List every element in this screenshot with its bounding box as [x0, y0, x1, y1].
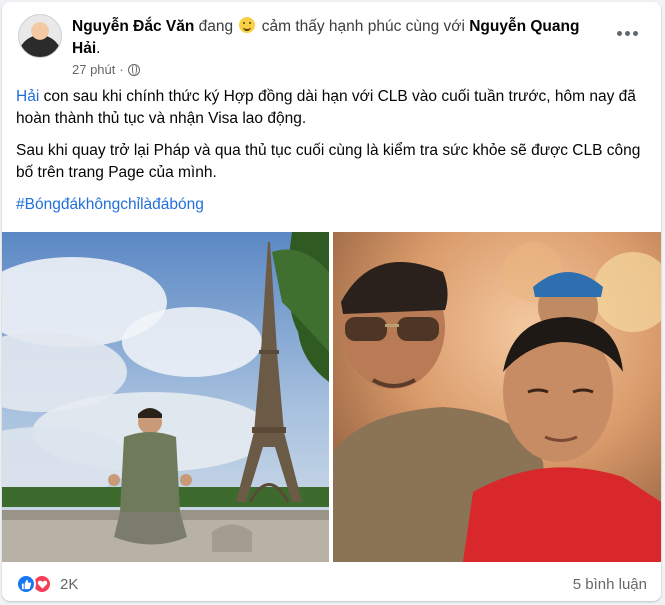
post-author-line: Nguyễn Đắc Văn đang cảm thấy hạnh phúc c…	[72, 16, 592, 60]
men-photo-art	[333, 232, 661, 562]
like-icon	[16, 574, 36, 594]
feeling-text: cảm thấy hạnh phúc cùng với	[261, 18, 465, 35]
mention-link[interactable]: Hải	[16, 88, 39, 105]
photo-grid	[2, 232, 661, 562]
globe-icon[interactable]	[127, 63, 140, 76]
post-header: Nguyễn Đắc Văn đang cảm thấy hạnh phúc c…	[16, 14, 647, 77]
paragraph-1-text: con sau khi chính thức ký Hợp đồng dài h…	[16, 88, 636, 127]
post-body: Hải con sau khi chính thức ký Hợp đồng d…	[16, 86, 646, 226]
author-name[interactable]: Nguyễn Đắc Văn	[72, 18, 194, 35]
author-avatar[interactable]	[18, 14, 62, 58]
photo-two-men[interactable]	[333, 232, 661, 562]
verb-prefix: đang	[198, 18, 234, 35]
post-paragraph-1: Hải con sau khi chính thức ký Hợp đồng d…	[16, 86, 646, 130]
eiffel-photo-art	[2, 232, 329, 562]
reaction-count: 2K	[60, 575, 79, 593]
post-paragraph-2: Sau khi quay trở lại Pháp và qua thủ tục…	[16, 142, 641, 181]
meta-separator: ·	[119, 62, 124, 77]
photo-eiffel-tower[interactable]	[2, 232, 329, 562]
post-meta: 27 phút ·	[72, 62, 140, 77]
comment-count-link[interactable]: 5 bình luận	[573, 576, 647, 593]
more-options-icon[interactable]	[613, 26, 641, 40]
feeling-happy-icon	[239, 17, 256, 33]
post-card: Nguyễn Đắc Văn đang cảm thấy hạnh phúc c…	[2, 2, 661, 601]
post-time[interactable]: 27 phút	[72, 62, 115, 77]
hashtag-link[interactable]: #Bóngđákhôngchỉlàđábóng	[16, 194, 646, 216]
post-footer: 2K 5 bình luận	[16, 570, 647, 600]
reaction-summary[interactable]: 2K	[16, 574, 78, 594]
author-period: .	[96, 40, 101, 57]
